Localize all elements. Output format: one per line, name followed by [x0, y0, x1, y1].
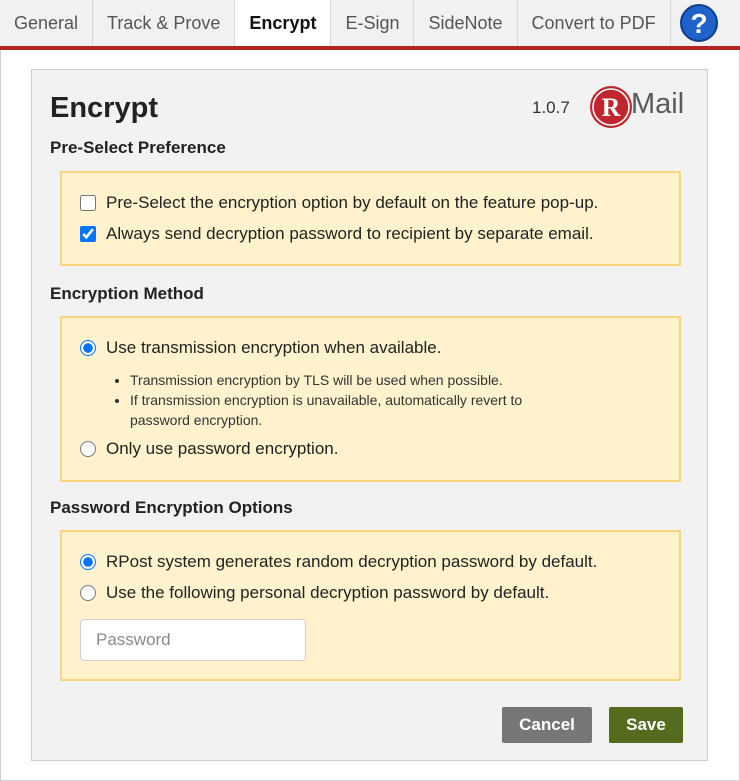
password-options-box: RPost system generates random decryption… — [60, 530, 681, 681]
separate-email-label: Always send decryption password to recip… — [106, 224, 594, 243]
preselect-heading: Pre-Select Preference — [50, 138, 226, 157]
preselect-options-box: Pre-Select the encryption option by defa… — [60, 171, 681, 266]
password-input[interactable] — [80, 619, 306, 661]
method-options-box: Use transmission encryption when availab… — [60, 316, 681, 482]
help-question-mark-icon[interactable]: ? — [680, 4, 718, 42]
password-only-label: Only use password encryption. — [106, 439, 339, 458]
preselect-option-1[interactable]: Pre-Select the encryption option by defa… — [80, 193, 598, 213]
tab-general[interactable]: General — [0, 0, 94, 46]
separate-email-checkbox[interactable] — [80, 226, 96, 242]
preselect-option-label: Pre-Select the encryption option by defa… — [106, 193, 599, 212]
method-option-password-only[interactable]: Only use password encryption. — [80, 439, 338, 459]
page-title: Encrypt — [50, 92, 158, 124]
password-options-heading: Password Encryption Options — [50, 498, 293, 517]
tab-bar: General Track & Prove Encrypt E-Sign Sid… — [0, 0, 740, 50]
method-note: Transmission encryption by TLS will be u… — [130, 370, 570, 390]
transmission-radio[interactable] — [80, 340, 96, 356]
preselect-option-checkbox[interactable] — [80, 195, 96, 211]
tab-e-sign[interactable]: E-Sign — [331, 0, 415, 46]
tab-track-prove[interactable]: Track & Prove — [93, 0, 236, 46]
personal-password-label: Use the following personal decryption pa… — [106, 583, 550, 602]
method-option-transmission[interactable]: Use transmission encryption when availab… — [80, 338, 441, 358]
save-button[interactable]: Save — [609, 707, 683, 743]
encrypt-settings-panel: Encrypt 1.0.7 R Mail Pre-Select Preferen… — [31, 69, 708, 761]
tab-convert-to-pdf[interactable]: Convert to PDF — [518, 0, 671, 46]
tab-encrypt[interactable]: Encrypt — [235, 0, 332, 46]
random-password-label: RPost system generates random decryption… — [106, 552, 598, 571]
tab-sidenote[interactable]: SideNote — [414, 0, 518, 46]
transmission-label: Use transmission encryption when availab… — [106, 338, 442, 357]
password-option-random[interactable]: RPost system generates random decryption… — [80, 552, 597, 572]
logo-text: Mail — [631, 88, 685, 120]
rmail-logo: R Mail — [588, 84, 692, 130]
rmail-r-logo-icon: R — [590, 86, 632, 128]
preselect-option-2[interactable]: Always send decryption password to recip… — [80, 224, 594, 244]
method-notes: Transmission encryption by TLS will be u… — [110, 370, 570, 430]
personal-password-radio[interactable] — [80, 585, 96, 601]
cancel-button[interactable]: Cancel — [502, 707, 592, 743]
method-note: If transmission encryption is unavailabl… — [130, 390, 570, 430]
password-only-radio[interactable] — [80, 441, 96, 457]
logo-letter: R — [602, 93, 621, 122]
random-password-radio[interactable] — [80, 554, 96, 570]
method-heading: Encryption Method — [50, 284, 204, 303]
password-option-personal[interactable]: Use the following personal decryption pa… — [80, 583, 549, 603]
version-label: 1.0.7 — [532, 98, 570, 117]
